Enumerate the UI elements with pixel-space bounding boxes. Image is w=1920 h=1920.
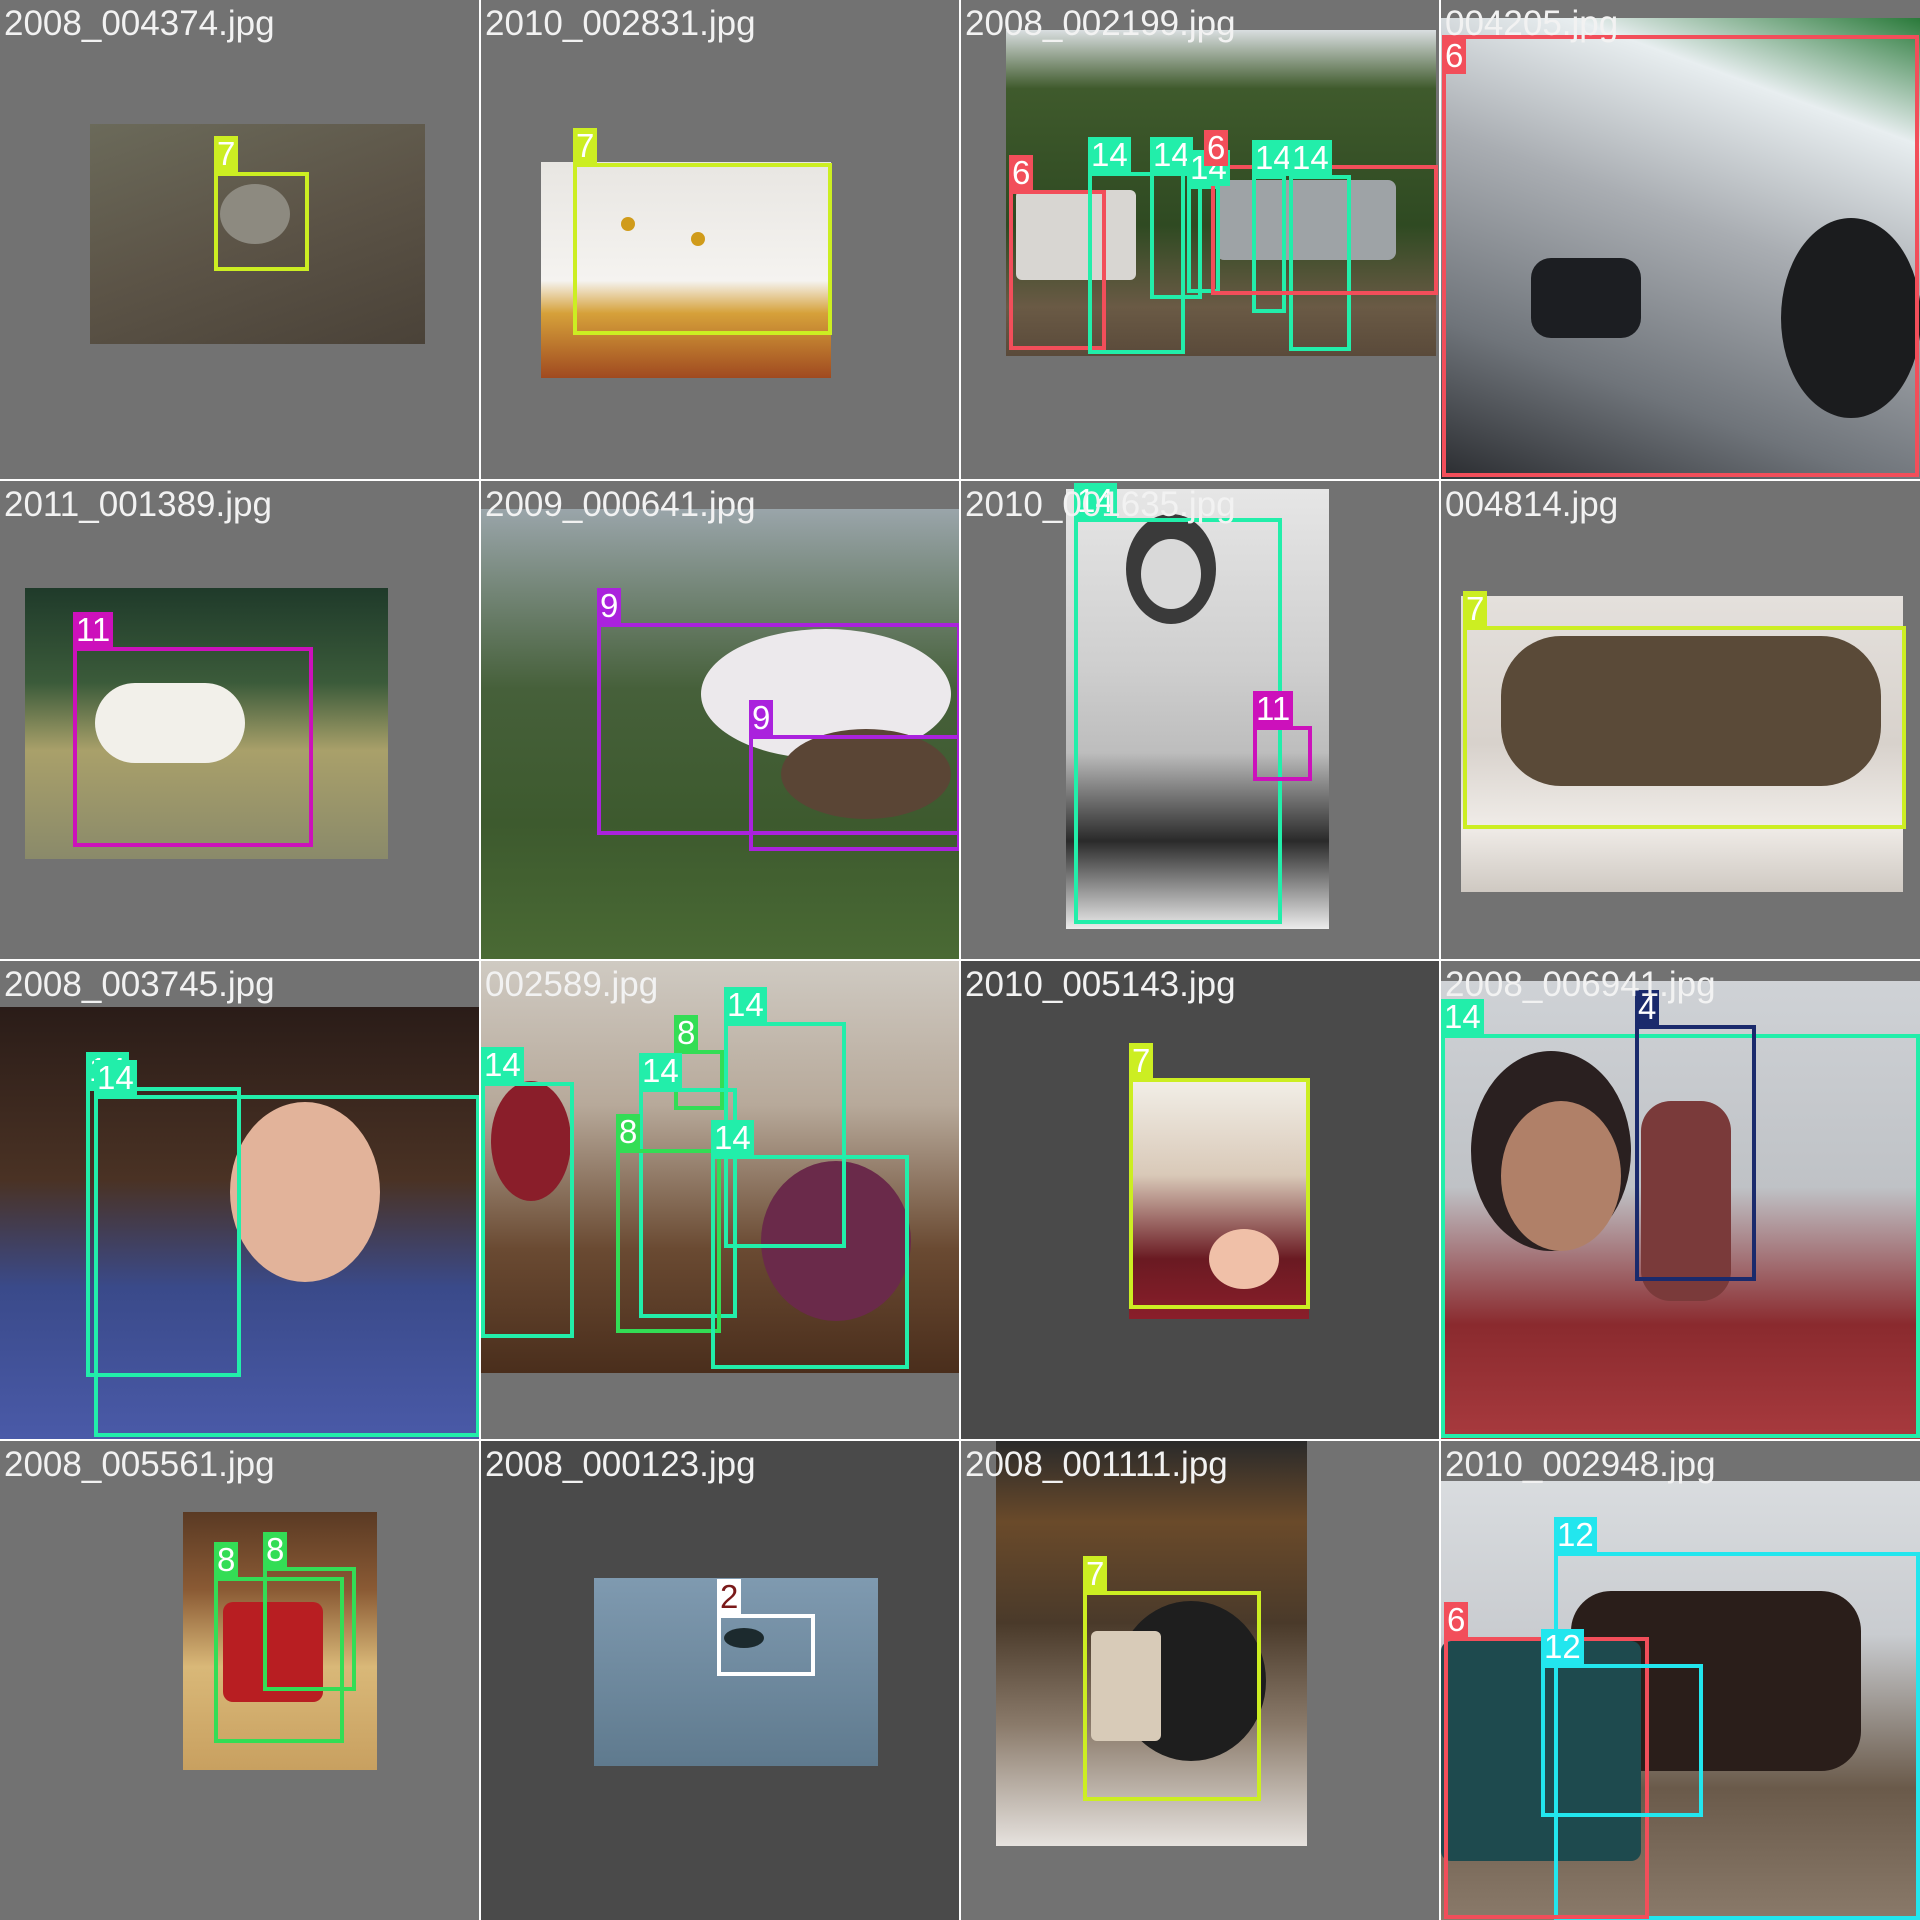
bbox-label: 14 [1289,140,1332,176]
tile-004814: 004814.jpg 7 [1441,481,1920,959]
bbox-label: 12 [1541,1629,1584,1665]
tile-2008_004374: 2008_004374.jpg 7 [0,0,479,479]
tile-filename: 2008_005561.jpg [4,1445,275,1484]
tile-filename: 2008_006941.jpg [1445,965,1716,1004]
bbox-car [1211,165,1438,295]
tile-filename: 2010_005143.jpg [965,965,1236,1004]
bbox-label: 6 [1444,1602,1469,1638]
bbox-car [1442,35,1919,477]
bbox-label: 8 [263,1532,288,1568]
bbox-cat [1463,626,1906,829]
bbox-label: 6 [1009,155,1034,191]
tile-filename: 2010_002948.jpg [1445,1445,1716,1484]
tile-filename: 2008_004374.jpg [4,4,275,43]
tile-filename: 2010_002831.jpg [485,4,756,43]
bbox-chair [263,1567,356,1691]
bbox-person [1074,518,1282,924]
bbox-person [711,1155,909,1369]
tile-2008_001111: 2008_001111.jpg 7 [961,1441,1439,1920]
tile-filename: 2008_001111.jpg [965,1445,1228,1484]
tile-filename: 004205.jpg [1445,4,1619,43]
bbox-label: 9 [749,700,774,736]
bbox-label: 7 [1129,1043,1154,1079]
bbox-person [94,1095,479,1437]
bbox-label: 7 [1083,1556,1108,1592]
bbox-cat [214,172,309,271]
bbox-label: 11 [1253,691,1294,727]
tile-002589: 002589.jpg 14 8 14 14 8 14 [481,961,959,1439]
tile-filename: 2008_003745.jpg [4,965,275,1004]
tile-2008_005561: 2008_005561.jpg 8 8 [0,1441,479,1920]
bbox-label: 7 [214,136,239,172]
bbox-label: 12 [1554,1517,1597,1553]
bbox-bottle [1635,1025,1756,1281]
bbox-label: 8 [674,1015,699,1051]
tile-filename: 2010_001635.jpg [965,485,1236,524]
bbox-dog [1253,726,1312,781]
bbox-label: 2 [717,1579,742,1615]
tile-filename: 2008_002199.jpg [965,4,1236,43]
tile-2008_000123: 2008_000123.jpg 2 [481,1441,959,1920]
bbox-label: 9 [597,588,622,624]
bbox-label: 7 [1463,591,1488,627]
bbox-label: 8 [616,1114,641,1150]
tile-2008_002199: 2008_002199.jpg 6 14 14 14 14 14 6 [961,0,1439,479]
bbox-label: 14 [94,1060,137,1096]
tile-filename: 2008_000123.jpg [485,1445,756,1484]
tile-2011_001389: 2011_001389.jpg 11 [0,481,479,959]
tile-filename: 2011_001389.jpg [4,485,272,524]
bbox-cow [749,735,959,851]
tile-2010_002948: 2010_002948.jpg 12 6 12 [1441,1441,1920,1920]
bbox-label: 14 [481,1047,524,1083]
bbox-bird [717,1614,815,1676]
tile-2008_003745: 2008_003745.jpg 14 14 [0,961,479,1439]
bbox-label: 6 [1204,130,1229,166]
tile-filename: 2009_000641.jpg [485,485,756,524]
bbox-label: 14 [711,1120,754,1156]
bbox-label: 7 [573,128,598,164]
bbox-cat [1083,1591,1261,1801]
tile-2010_002831: 2010_002831.jpg 7 [481,0,959,479]
bbox-dog [73,647,313,847]
tile-2009_000641: 2009_000641.jpg 9 9 [481,481,959,959]
bbox-cat [573,163,832,335]
bbox-person [481,1082,574,1338]
bbox-label: 14 [639,1053,682,1089]
image-mosaic-grid: 2008_004374.jpg 7 2010_002831.jpg 7 2008… [0,0,1920,1920]
bbox-chair [616,1149,721,1333]
bbox-horse [1541,1664,1703,1817]
bbox-cat [1129,1078,1310,1309]
bbox-label: 8 [214,1542,239,1578]
tile-2010_005143: 2010_005143.jpg 7 [961,961,1439,1439]
tile-filename: 002589.jpg [485,965,659,1004]
tile-filename: 004814.jpg [1445,485,1619,524]
tile-2008_006941: 2008_006941.jpg 14 4 [1441,961,1920,1439]
tile-2010_001635: 2010_001635.jpg 14 11 [961,481,1439,959]
bbox-label: 14 [1088,137,1131,173]
bbox-label: 14 [724,987,767,1023]
bbox-label: 11 [73,612,114,648]
tile-004205: 004205.jpg 6 [1441,0,1920,479]
